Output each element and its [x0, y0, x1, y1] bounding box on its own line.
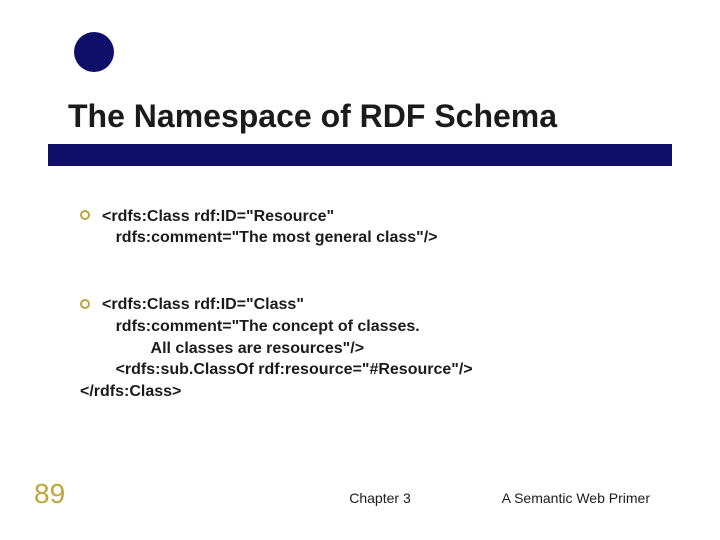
code-line: <rdfs:Class rdf:ID="Class": [102, 296, 304, 313]
slide-body: <rdfs:Class rdf:ID="Resource" rdfs:comme…: [80, 184, 680, 424]
title-underline: [48, 144, 672, 166]
code-line: <rdfs:sub.ClassOf rdf:resource="#Resourc…: [80, 361, 473, 378]
code-line: All classes are resources"/>: [80, 340, 364, 357]
code-line: </rdfs:Class>: [80, 383, 181, 400]
code-block-1: <rdfs:Class rdf:ID="Resource" rdfs:comme…: [80, 206, 680, 249]
code-block-2: <rdfs:Class rdf:ID="Class" rdfs:comment=…: [80, 294, 680, 402]
footer-book-title: A Semantic Web Primer: [502, 490, 650, 506]
list-bullet-icon: [80, 299, 90, 309]
code-line: <rdfs:Class rdf:ID="Resource": [102, 208, 334, 225]
decorative-bullet: [74, 32, 114, 72]
slide-title: The Namespace of RDF Schema: [68, 98, 557, 135]
code-line: rdfs:comment="The concept of classes.: [80, 318, 420, 335]
list-bullet-icon: [80, 210, 90, 220]
code-line: rdfs:comment="The most general class"/>: [80, 229, 438, 246]
